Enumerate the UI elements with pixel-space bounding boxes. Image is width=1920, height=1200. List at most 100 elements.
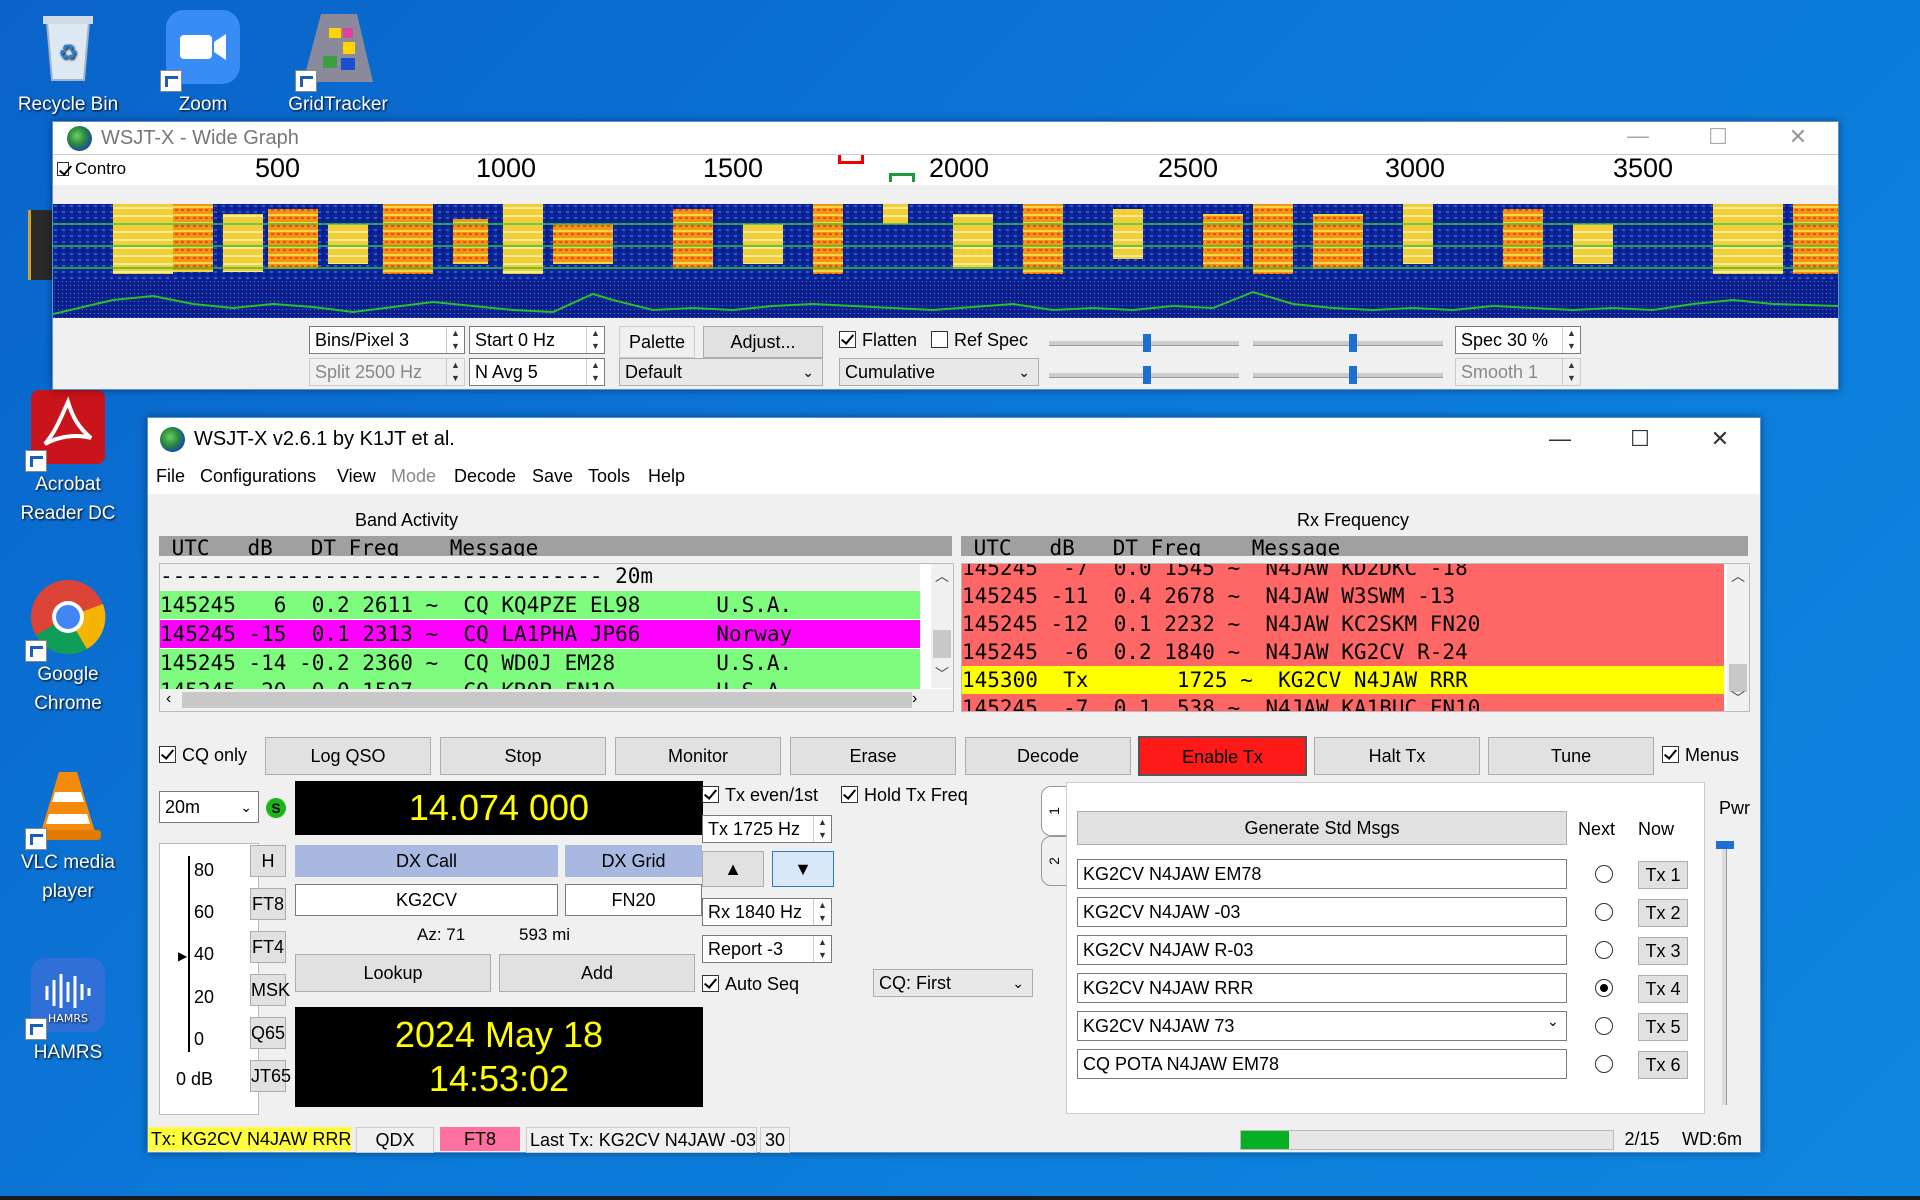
report-spinbox[interactable]: Report -3 ▲ ▼: [702, 935, 832, 963]
zero-slider[interactable]: [1253, 334, 1443, 352]
tx2-next-radio[interactable]: [1595, 903, 1613, 921]
list-item[interactable]: 145245 -6 0.2 1840 ~ N4JAW KG2CV R-24: [962, 638, 1724, 666]
tab-1[interactable]: 1: [1041, 786, 1067, 836]
rx-to-tx-down-button[interactable]: ▼: [772, 851, 834, 887]
maximize-button[interactable]: ☐: [1678, 122, 1758, 154]
chevron-down-icon[interactable]: ⌄: [1547, 1013, 1559, 1030]
enable-tx-button[interactable]: Enable Tx: [1138, 736, 1307, 776]
cq-only-checkbox[interactable]: CQ only: [159, 745, 247, 766]
halt-tx-button[interactable]: Halt Tx: [1314, 737, 1480, 775]
adjust-button[interactable]: Adjust...: [703, 326, 823, 358]
tx6-now-button[interactable]: Tx 6: [1638, 1051, 1688, 1079]
tx1-now-button[interactable]: Tx 1: [1638, 861, 1688, 889]
close-icon[interactable]: ✕: [1758, 122, 1838, 154]
erase-button[interactable]: Erase: [790, 737, 956, 775]
list-item[interactable]: 145245 -7 0.1 538 ~ N4JAW KA1BUC FN10: [962, 694, 1724, 711]
lookup-button[interactable]: Lookup: [295, 954, 491, 992]
gain-slider[interactable]: [1049, 334, 1239, 352]
menu-file[interactable]: File: [156, 466, 185, 487]
desktop-icon-recycle-bin[interactable]: ♻ Recycle Bin: [3, 8, 133, 119]
dx-grid-input[interactable]: FN20: [565, 884, 702, 916]
menus-checkbox[interactable]: Menus: [1662, 745, 1739, 766]
rx-frequency-list[interactable]: 145245 -7 0.0 1545 ~ N4JAW KD2DKC -18 14…: [961, 563, 1750, 712]
hold-tx-freq-checkbox[interactable]: Hold Tx Freq: [841, 785, 968, 806]
auto-seq-checkbox[interactable]: Auto Seq: [702, 974, 799, 995]
list-item[interactable]: 145300 Tx 1725 ~ KG2CV N4JAW RRR: [962, 666, 1724, 694]
minimize-button[interactable]: —: [1598, 122, 1678, 154]
chevron-down-icon[interactable]: ﹀: [1727, 688, 1749, 708]
list-item[interactable]: 145245 -11 0.4 2678 ~ N4JAW W3SWM -13: [962, 582, 1724, 610]
horizontal-scrollbar[interactable]: ‹ ›: [160, 689, 953, 711]
decode-button[interactable]: Decode: [965, 737, 1131, 775]
spin-arrows-icon[interactable]: ▲ ▼: [586, 359, 604, 385]
spin-arrows-icon[interactable]: ▲ ▼: [813, 899, 831, 925]
tx3-message-input[interactable]: KG2CV N4JAW R-03: [1077, 935, 1567, 965]
palette-select[interactable]: Default ⌄: [619, 358, 823, 386]
chevron-right-icon[interactable]: ›: [912, 690, 917, 708]
tx5-next-radio[interactable]: [1595, 1017, 1613, 1035]
start-freq-spinbox[interactable]: Start 0 Hz ▲ ▼: [469, 326, 605, 354]
spin-arrows-icon[interactable]: ▲ ▼: [813, 816, 831, 842]
desktop-icon-vlc[interactable]: VLC media player: [3, 766, 133, 906]
desktop-icon-chrome[interactable]: Google Chrome: [3, 578, 133, 718]
list-item[interactable]: 145245 -7 0.0 1545 ~ N4JAW KD2DKC -18: [962, 564, 1724, 582]
menu-save[interactable]: Save: [532, 466, 573, 487]
mode-button-ft8[interactable]: FT8: [250, 888, 286, 920]
tx6-next-radio[interactable]: [1595, 1055, 1613, 1073]
menu-tools[interactable]: Tools: [588, 466, 630, 487]
power-slider[interactable]: [1716, 841, 1734, 1105]
tab-2[interactable]: 2: [1041, 836, 1067, 886]
plot-gain-slider[interactable]: [1049, 366, 1239, 384]
chevron-left-icon[interactable]: ‹: [166, 690, 171, 708]
spin-arrows-icon[interactable]: ▲ ▼: [586, 327, 604, 353]
tx1-next-radio[interactable]: [1595, 865, 1613, 883]
list-item[interactable]: 145245 6 0.2 2611 ~ CQ KQ4PZE EL98 U.S.A…: [160, 591, 920, 619]
spin-arrows-icon[interactable]: ▲ ▼: [813, 936, 831, 962]
desktop-icon-hamrs[interactable]: HAMRS HAMRS: [3, 956, 133, 1067]
minimize-button[interactable]: —: [1520, 418, 1600, 460]
tx2-now-button[interactable]: Tx 2: [1638, 899, 1688, 927]
tx6-message-input[interactable]: CQ POTA N4JAW EM78: [1077, 1049, 1567, 1079]
log-qso-button[interactable]: Log QSO: [265, 737, 431, 775]
desktop-icon-zoom[interactable]: Zoom: [138, 8, 268, 119]
scroll-thumb[interactable]: [182, 692, 912, 708]
tx3-next-radio[interactable]: [1595, 941, 1613, 959]
vertical-scrollbar[interactable]: ︿ ﹀: [931, 564, 953, 688]
menu-help[interactable]: Help: [648, 466, 685, 487]
list-item[interactable]: 145245 -12 0.1 2232 ~ N4JAW KC2SKM FN20: [962, 610, 1724, 638]
tx4-now-button[interactable]: Tx 4: [1638, 975, 1688, 1003]
menu-decode[interactable]: Decode: [454, 466, 516, 487]
n-avg-spinbox[interactable]: N Avg 5 ▲ ▼: [469, 358, 605, 386]
control-checkbox[interactable]: Contro: [57, 159, 126, 179]
menu-configurations[interactable]: Configurations: [200, 466, 316, 487]
dx-call-input[interactable]: KG2CV: [295, 884, 558, 916]
close-icon[interactable]: ✕: [1680, 418, 1760, 460]
desktop-icon-acrobat[interactable]: Acrobat Reader DC: [3, 388, 133, 528]
mode-button-q65[interactable]: Q65: [250, 1017, 286, 1049]
chevron-up-icon[interactable]: ︿: [931, 566, 953, 586]
stop-button[interactable]: Stop: [440, 737, 606, 775]
mode-button-h[interactable]: H: [250, 845, 286, 877]
chevron-down-icon[interactable]: ﹀: [931, 664, 953, 684]
mode-button-msk[interactable]: MSK: [250, 974, 290, 1006]
tx-to-rx-up-button[interactable]: ▲: [702, 851, 764, 887]
ref-spec-checkbox[interactable]: Ref Spec: [931, 330, 1028, 351]
spin-arrows-icon[interactable]: ▲ ▼: [446, 327, 464, 353]
tx1-message-input[interactable]: KG2CV N4JAW EM78: [1077, 859, 1567, 889]
maximize-button[interactable]: ☐: [1600, 418, 1680, 460]
waterfall-display[interactable]: [53, 204, 1838, 318]
mode-button-ft4[interactable]: FT4: [250, 931, 286, 963]
spin-arrows-icon[interactable]: ▲ ▼: [1562, 327, 1580, 353]
tx5-now-button[interactable]: Tx 5: [1638, 1013, 1688, 1041]
desktop-icon-gridtracker[interactable]: GridTracker: [273, 8, 403, 119]
mode-button-jt65[interactable]: JT65: [250, 1060, 291, 1092]
band-select[interactable]: 20m ⌄: [159, 791, 259, 823]
tx4-next-radio[interactable]: [1595, 979, 1613, 997]
tx-even-checkbox[interactable]: Tx even/1st: [702, 785, 818, 806]
tx-freq-spinbox[interactable]: Tx 1725 Hz ▲ ▼: [702, 815, 832, 843]
vertical-scrollbar[interactable]: ︿ ﹀: [1727, 564, 1749, 711]
tune-button[interactable]: Tune: [1488, 737, 1654, 775]
scroll-thumb[interactable]: [933, 630, 951, 658]
add-button[interactable]: Add: [499, 954, 695, 992]
list-item[interactable]: 145245 -14 -0.2 2360 ~ CQ WD0J EM28 U.S.…: [160, 649, 920, 677]
